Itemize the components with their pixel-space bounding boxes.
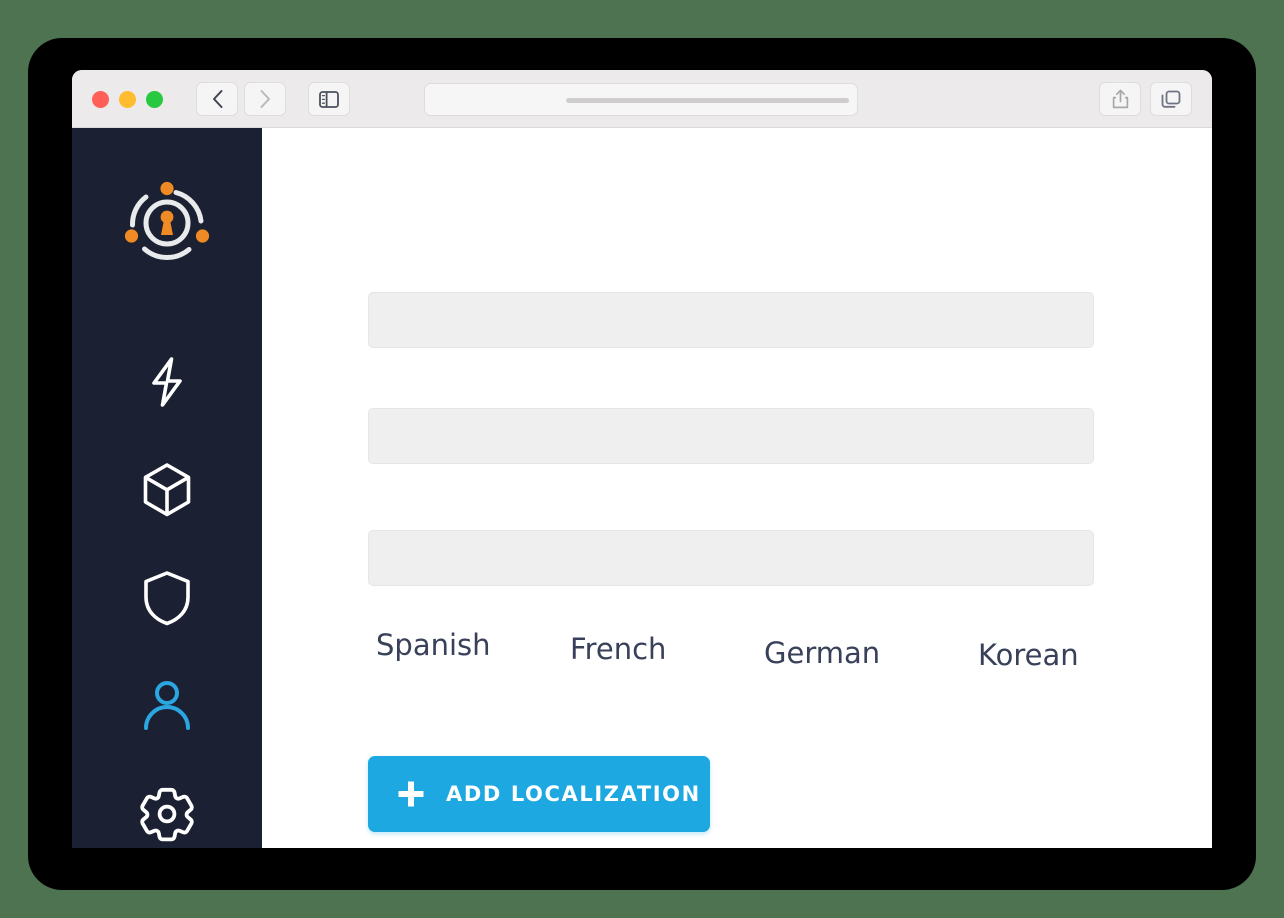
user-icon — [144, 681, 190, 730]
language-item-french[interactable]: French — [570, 632, 666, 666]
sidebar-item-account[interactable] — [72, 652, 262, 760]
language-item-spanish[interactable]: Spanish — [376, 628, 491, 662]
chevron-left-icon — [212, 90, 222, 108]
share-icon — [1112, 89, 1128, 109]
toolbar-right-buttons — [1099, 82, 1192, 116]
tabs-overview-icon — [1161, 90, 1181, 108]
app-logo-lock-icon[interactable] — [117, 173, 217, 273]
chevron-right-icon — [260, 90, 270, 108]
sidebar-item-settings[interactable] — [72, 760, 262, 848]
lightning-bolt-icon — [152, 357, 182, 407]
navigation-buttons — [196, 82, 350, 116]
browser-toolbar — [72, 70, 1212, 128]
minimize-window-button[interactable] — [119, 91, 136, 108]
traffic-lights — [92, 91, 163, 108]
add-localization-button[interactable]: ADD LOCALIZATION — [368, 756, 710, 832]
form-field-1[interactable] — [368, 292, 1094, 348]
app-sidebar — [72, 128, 262, 848]
shield-icon — [144, 571, 190, 626]
form-field-2[interactable] — [368, 408, 1094, 464]
add-localization-label: ADD LOCALIZATION — [446, 782, 701, 806]
window-body: Spanish French German Korean ADD LOCALIZ… — [72, 128, 1212, 848]
gear-icon — [140, 787, 194, 842]
main-content: Spanish French German Korean ADD LOCALIZ… — [262, 128, 1212, 848]
sidebar-item-packages[interactable] — [72, 436, 262, 544]
address-bar[interactable] — [424, 83, 858, 116]
browser-window: Spanish French German Korean ADD LOCALIZ… — [72, 70, 1212, 848]
tabs-overview-button[interactable] — [1150, 82, 1192, 116]
forward-button[interactable] — [244, 82, 286, 116]
sidebar-item-automations[interactable] — [72, 328, 262, 436]
cube-icon — [143, 463, 191, 517]
sidebar-nav — [72, 328, 262, 848]
maximize-window-button[interactable] — [146, 91, 163, 108]
language-item-korean[interactable]: Korean — [978, 638, 1079, 672]
form-field-3[interactable] — [368, 530, 1094, 586]
back-button[interactable] — [196, 82, 238, 116]
close-window-button[interactable] — [92, 91, 109, 108]
sidebar-toggle-icon — [319, 90, 339, 108]
share-button[interactable] — [1099, 82, 1141, 116]
language-item-german[interactable]: German — [764, 636, 880, 670]
plus-icon — [398, 781, 424, 807]
language-list: Spanish French German Korean — [368, 628, 1108, 688]
sidebar-toggle-button[interactable] — [308, 82, 350, 116]
address-bar-placeholder-bar — [566, 98, 849, 103]
sidebar-item-security[interactable] — [72, 544, 262, 652]
